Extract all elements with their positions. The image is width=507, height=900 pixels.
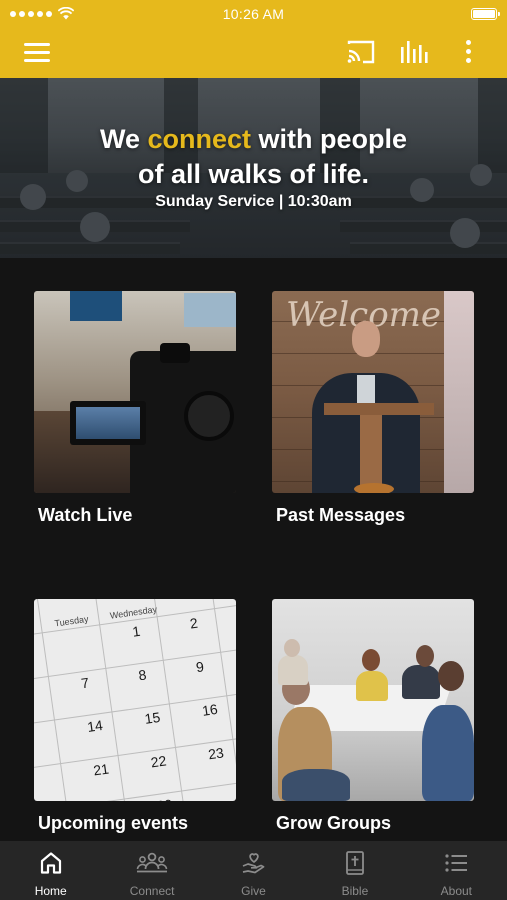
tile-label: Past Messages — [276, 505, 406, 525]
tab-label: Connect — [129, 884, 175, 898]
past-messages-image: Welcome — [272, 291, 474, 493]
top-bar: 10:26 AM — [0, 0, 507, 78]
grow-groups-image — [272, 599, 474, 801]
tile-upcoming-events[interactable]: Tuesday Wednesday 1 2 7 8 9 14 15 16 21 … — [34, 599, 238, 833]
app-bar — [0, 28, 507, 78]
tile-watch-live[interactable]: Watch Live — [34, 291, 238, 525]
tab-label: Bible — [341, 884, 369, 898]
hero-service-time: Sunday Service | 10:30am — [155, 193, 352, 210]
tile-past-messages[interactable]: Welcome Past Messages — [272, 291, 476, 525]
tab-give[interactable]: Give — [203, 841, 304, 900]
menu-button[interactable] — [24, 41, 54, 63]
calendar-image: Tuesday Wednesday 1 2 7 8 9 14 15 16 21 … — [34, 599, 236, 801]
tile-label: Grow Groups — [276, 813, 392, 833]
tile-grow-groups[interactable]: Grow Groups — [272, 599, 476, 833]
tab-connect[interactable]: Connect — [101, 841, 202, 900]
status-bar: 10:26 AM — [0, 0, 507, 28]
hero-text: We connect with people of all walks of l… — [0, 122, 507, 211]
audio-bars-icon[interactable] — [399, 39, 429, 65]
more-vertical-icon — [466, 40, 471, 45]
bible-icon — [346, 851, 364, 875]
tile-label: Upcoming events — [38, 813, 189, 833]
more-options-button[interactable] — [460, 38, 476, 66]
give-hand-heart-icon — [242, 853, 264, 874]
battery-icon — [471, 8, 500, 20]
tab-label: About — [440, 884, 472, 898]
hero-headline-line1: We connect with people — [99, 124, 408, 154]
tab-bible[interactable]: Bible — [304, 841, 405, 900]
tab-label: Home — [34, 884, 67, 898]
bottom-tab-bar: Home Connect Give Bible About — [0, 841, 507, 900]
tile-label: Watch Live — [38, 505, 133, 525]
status-time: 10:26 AM — [222, 6, 285, 22]
cast-icon[interactable] — [346, 39, 376, 65]
hero-headline-line2: of all walks of life. — [137, 159, 370, 189]
menu-icon — [24, 43, 50, 46]
list-icon — [445, 854, 468, 872]
tab-home[interactable]: Home — [0, 841, 101, 900]
tab-about[interactable]: About — [406, 841, 507, 900]
watch-live-image — [34, 291, 236, 493]
home-icon — [40, 852, 61, 874]
hero-banner: We connect with people of all walks of l… — [0, 78, 507, 258]
people-icon — [136, 852, 168, 873]
tab-label: Give — [241, 884, 266, 898]
